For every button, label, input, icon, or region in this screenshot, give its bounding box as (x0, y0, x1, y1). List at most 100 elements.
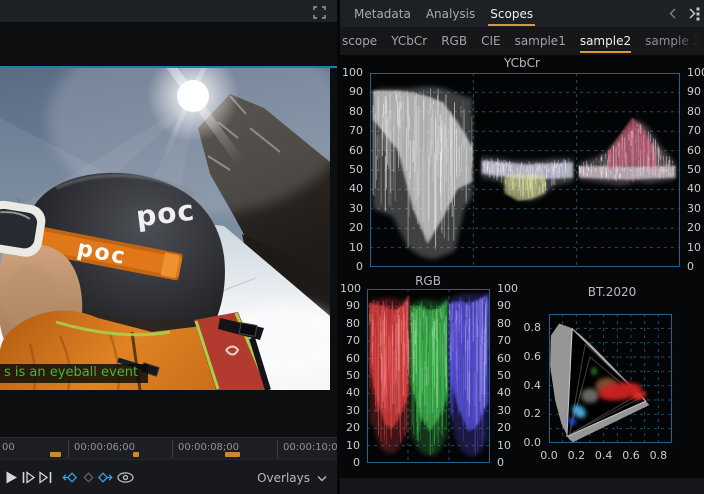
axis-tick-label: 40 (340, 183, 363, 195)
axis-tick-label: 30 (687, 203, 704, 215)
ruler-tick-separator (277, 440, 278, 458)
timeline-ruler[interactable]: 0000:00:06;0000:00:08;0000:00:10;00 (0, 437, 337, 459)
chart-title: RGB (340, 274, 516, 288)
axis-tick-label: 60 (340, 145, 363, 157)
ycbcr-waveform-chart: YCbCr 1001009090808070706060505040403030… (340, 56, 704, 272)
axis-tick-label: 10 (687, 242, 704, 254)
subtab-bar: scope YCbCr RGB CIE sample1 sample2 sample 3 (340, 27, 704, 55)
axis-tick-label: 80 (340, 318, 360, 330)
chevron-right-icon[interactable] (688, 7, 697, 20)
axis-tick-label: 70 (340, 335, 360, 347)
axis-tick-label: 60 (687, 145, 704, 157)
tab-analysis[interactable]: Analysis (424, 0, 477, 27)
chromaticity-plot (549, 314, 672, 443)
chevron-down-icon (317, 475, 327, 482)
axis-tick-label: 70 (687, 125, 704, 137)
axis-tick-label: 100 (340, 283, 360, 295)
overlays-label: Overlays (257, 471, 310, 485)
jump-to-end-icon[interactable] (38, 470, 53, 485)
subtab-ycbcr[interactable]: YCbCr (391, 27, 427, 55)
axis-tick-label: 50 (340, 164, 363, 176)
axis-tick-label: 10 (340, 440, 360, 452)
play-icon[interactable] (4, 470, 19, 485)
keyframe-icon[interactable] (82, 470, 95, 485)
timecode-label: 00 (2, 442, 15, 453)
axis-tick-label: 90 (687, 86, 704, 98)
step-forward-icon[interactable] (21, 470, 36, 485)
subtab-sample-3[interactable]: sample 3 (645, 27, 700, 55)
strap-buckle (239, 323, 257, 337)
axis-tick-label: 0.2 (565, 450, 587, 462)
visibility-icon[interactable] (116, 470, 135, 485)
axis-tick-label: 30 (497, 405, 521, 417)
waveform-plot (370, 73, 680, 267)
prev-keyframe-icon[interactable] (62, 470, 79, 485)
axis-tick-label: 100 (340, 67, 363, 79)
axis-tick-label: 80 (340, 106, 363, 118)
rgb-waveform-chart: RGB 100100909080807070606050504040303020… (340, 272, 516, 484)
axis-tick-label: 0.8 (647, 450, 669, 462)
playback-controls-bar: Overlays (0, 459, 337, 494)
axis-tick-label: 20 (687, 222, 704, 234)
axis-tick-label: 0.0 (520, 437, 541, 449)
axis-tick-label: 40 (497, 387, 521, 399)
chart-title: YCbCr (340, 56, 704, 70)
timeline-marker[interactable] (50, 452, 61, 457)
timecode-label: 00:00:10;00 (283, 442, 344, 453)
chevron-left-icon[interactable] (668, 7, 677, 20)
axis-tick-label: 80 (687, 106, 704, 118)
axis-tick-label: 60 (497, 353, 521, 365)
axis-tick-label: 20 (340, 422, 360, 434)
application-window: poc poc (0, 0, 704, 494)
axis-tick-label: 20 (497, 422, 521, 434)
axis-tick-label: 20 (340, 222, 363, 234)
axis-tick-label: 80 (497, 318, 521, 330)
chart-title: BT.2020 (520, 285, 704, 299)
axis-tick-label: 70 (340, 125, 363, 137)
axis-tick-label: 90 (340, 300, 360, 312)
subtab-rgb[interactable]: RGB (441, 27, 467, 55)
axis-tick-label: 0 (497, 457, 521, 469)
sun-core (177, 80, 209, 112)
viewer-toolbar (0, 0, 337, 22)
tab-bar: Metadata Analysis Scopes (340, 0, 704, 27)
axis-tick-label: 90 (340, 86, 363, 98)
fullscreen-icon[interactable] (313, 4, 326, 23)
ruler-tick-separator (172, 440, 173, 458)
subtab-scope[interactable]: scope (342, 27, 377, 55)
chromaticity-chart: BT.2020 0.80.60.40.20.00.00.20.40.60.8 (520, 272, 704, 484)
axis-tick-label: 30 (340, 405, 360, 417)
subtab-sample1[interactable]: sample1 (515, 27, 566, 55)
axis-tick-label: 50 (497, 370, 521, 382)
axis-tick-label: 90 (497, 300, 521, 312)
axis-tick-label: 100 (497, 283, 521, 295)
axis-tick-label: 0.6 (520, 351, 541, 363)
tab-metadata[interactable]: Metadata (352, 0, 413, 27)
ruler-tick-separator (68, 440, 69, 458)
axis-tick-label: 50 (340, 370, 360, 382)
video-preview[interactable]: poc poc (0, 68, 330, 390)
waveform-plot (367, 289, 490, 463)
axis-tick-label: 50 (687, 164, 704, 176)
overlays-dropdown[interactable]: Overlays (257, 471, 327, 485)
axis-tick-label: 30 (340, 203, 363, 215)
timecode-label: 00:00:06;00 (74, 442, 135, 453)
axis-tick-label: 0.6 (620, 450, 642, 462)
next-keyframe-icon[interactable] (96, 470, 113, 485)
timeline-marker[interactable] (225, 452, 240, 457)
axis-tick-label: 70 (497, 335, 521, 347)
axis-tick-label: 10 (497, 440, 521, 452)
tab-scopes[interactable]: Scopes (488, 0, 535, 27)
axis-tick-label: 10 (340, 242, 363, 254)
axis-tick-label: 0.2 (520, 408, 541, 420)
axis-tick-label: 40 (340, 387, 360, 399)
subtab-sample2[interactable]: sample2 (580, 27, 631, 55)
video-caption: s is an eyeball event (0, 364, 148, 383)
axis-tick-label: 0.0 (538, 450, 560, 462)
axis-tick-label: 40 (687, 183, 704, 195)
timeline-marker[interactable] (133, 452, 139, 457)
axis-tick-label: 0 (340, 457, 360, 469)
axis-tick-label: 0.8 (520, 322, 541, 334)
axis-tick-label: 60 (340, 353, 360, 365)
subtab-cie[interactable]: CIE (481, 27, 501, 55)
